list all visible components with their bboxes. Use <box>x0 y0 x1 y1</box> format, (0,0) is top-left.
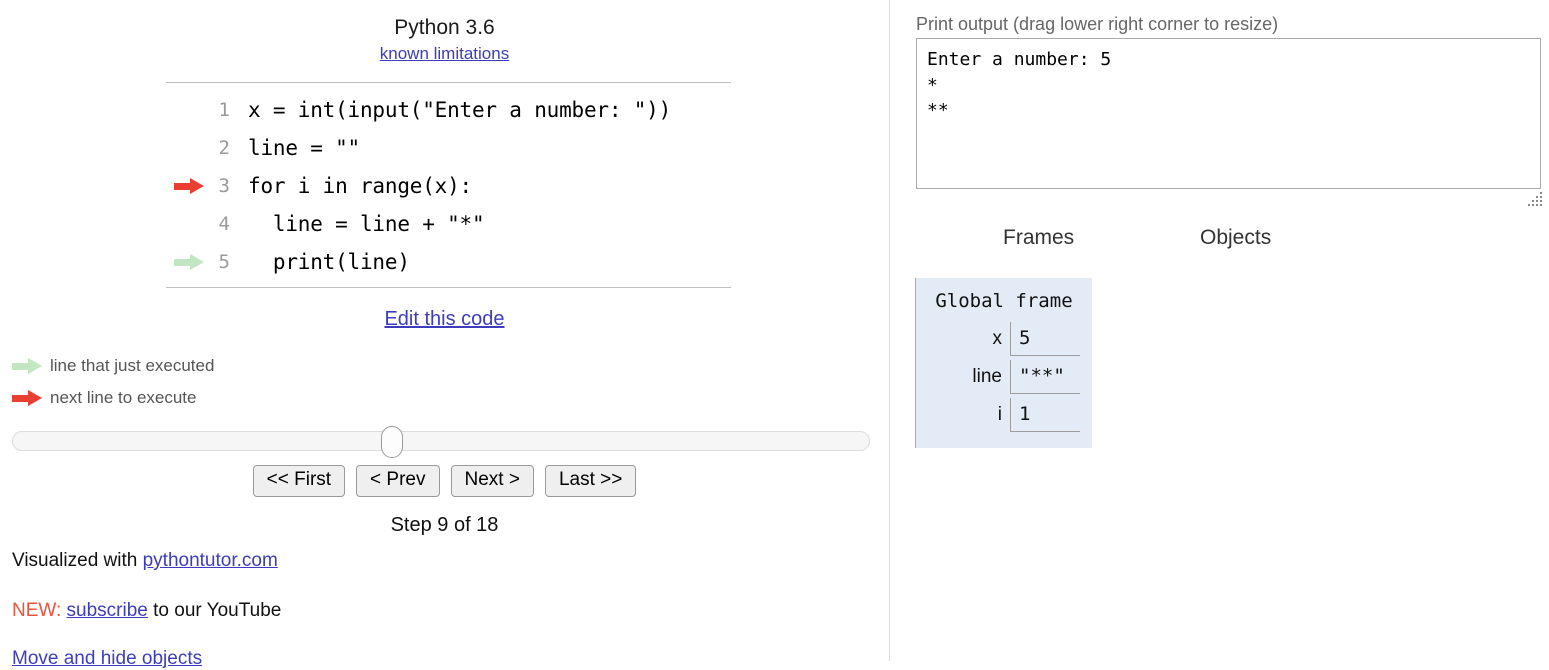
subscribe-suffix: to our YouTube <box>147 600 282 621</box>
line-number: 3 <box>218 175 230 197</box>
edit-this-code: Edit this code <box>0 308 889 331</box>
code-display: 1 x = int(input("Enter a number: ")) 2 l… <box>166 82 731 288</box>
prev-step-button[interactable]: < Prev <box>356 465 440 497</box>
next-step-button[interactable]: Next > <box>450 465 534 497</box>
variable-value: "**" <box>1010 360 1080 394</box>
new-badge: NEW: <box>12 600 62 621</box>
legend-label-next: next line to execute <box>50 388 197 407</box>
next-line-arrow-icon <box>12 390 42 406</box>
code-line-3-arrow-cell <box>166 178 208 194</box>
next-line-arrow-icon <box>174 178 204 194</box>
legend-red-arrow-wrap <box>12 390 50 406</box>
code-line-text: for i in range(x): <box>248 174 472 198</box>
subscribe-line: NEW: subscribe to our YouTube <box>12 600 281 622</box>
line-number: 4 <box>218 213 230 235</box>
print-output-textarea[interactable]: Enter a number: 5 * ** <box>916 38 1541 189</box>
legend-row-executed: line that just executed <box>12 350 214 382</box>
variable-value: 5 <box>1010 322 1080 356</box>
resize-grip-icon[interactable] <box>1528 190 1544 206</box>
code-line-3[interactable]: 3 for i in range(x): <box>166 167 731 205</box>
variable-row-i: i 1 <box>916 398 1080 432</box>
variable-name: x <box>992 328 1003 349</box>
code-line-1[interactable]: 1 x = int(input("Enter a number: ")) <box>166 91 731 129</box>
just-executed-arrow-icon <box>12 358 42 374</box>
variable-value: 1 <box>1010 398 1080 432</box>
global-frame: Global frame x 5 line "**" i 1 <box>915 278 1092 448</box>
code-line-4[interactable]: 4 line = line + "*" <box>166 205 731 243</box>
first-step-button[interactable]: << First <box>252 465 346 497</box>
step-counter-label: Step 9 of 18 <box>390 514 499 536</box>
known-limitations-link[interactable]: known limitations <box>380 44 509 63</box>
execution-legend: line that just executed next line to exe… <box>12 350 214 414</box>
python-version-label: Python 3.6 <box>394 16 495 39</box>
visualized-with-prefix: Visualized with <box>12 550 143 571</box>
code-line-5-arrow-cell <box>166 254 208 270</box>
legend-row-next: next line to execute <box>12 382 214 414</box>
variable-name: i <box>997 404 1002 425</box>
code-line-text: print(line) <box>248 250 410 274</box>
visualizer-right-pane: Print output (drag lower right corner to… <box>890 0 1549 661</box>
execution-step-slider[interactable] <box>12 426 870 458</box>
legend-green-arrow-wrap <box>12 358 50 374</box>
variable-row-line: line "**" <box>916 360 1080 394</box>
code-line-2[interactable]: 2 line = "" <box>166 129 731 167</box>
last-step-button[interactable]: Last >> <box>544 465 637 497</box>
objects-header: Objects <box>1200 226 1272 249</box>
line-number: 2 <box>218 137 230 159</box>
code-line-5[interactable]: 5 print(line) <box>166 243 731 281</box>
line-number: 1 <box>218 99 230 121</box>
move-hide-objects-line: Move and hide objects <box>12 648 202 670</box>
pythontutor-link[interactable]: pythontutor.com <box>143 550 278 571</box>
variable-row-x: x 5 <box>916 322 1080 356</box>
code-line-text: line = line + "*" <box>248 212 485 236</box>
move-and-hide-objects-link[interactable]: Move and hide objects <box>12 648 202 669</box>
just-executed-arrow-icon <box>174 254 204 270</box>
global-frame-title: Global frame <box>935 290 1073 312</box>
edit-this-code-link[interactable]: Edit this code <box>384 308 504 330</box>
known-limitations: known limitations <box>0 44 889 64</box>
visualizer-left-pane: Python 3.6 known limitations 1 x = int(i… <box>0 0 889 669</box>
legend-label-executed: line that just executed <box>50 356 215 375</box>
frames-header: Frames <box>1003 226 1075 249</box>
slider-handle[interactable] <box>381 426 403 458</box>
visualized-with-line: Visualized with pythontutor.com <box>12 550 278 572</box>
line-number: 5 <box>218 251 230 273</box>
subscribe-link[interactable]: subscribe <box>67 600 148 621</box>
navigation-buttons: << First < Prev Next > Last >> <box>0 465 889 497</box>
code-line-text: x = int(input("Enter a number: ")) <box>248 98 672 122</box>
code-line-text: line = "" <box>248 136 360 160</box>
print-output-label: Print output (drag lower right corner to… <box>916 14 1279 34</box>
variable-name: line <box>972 366 1002 387</box>
